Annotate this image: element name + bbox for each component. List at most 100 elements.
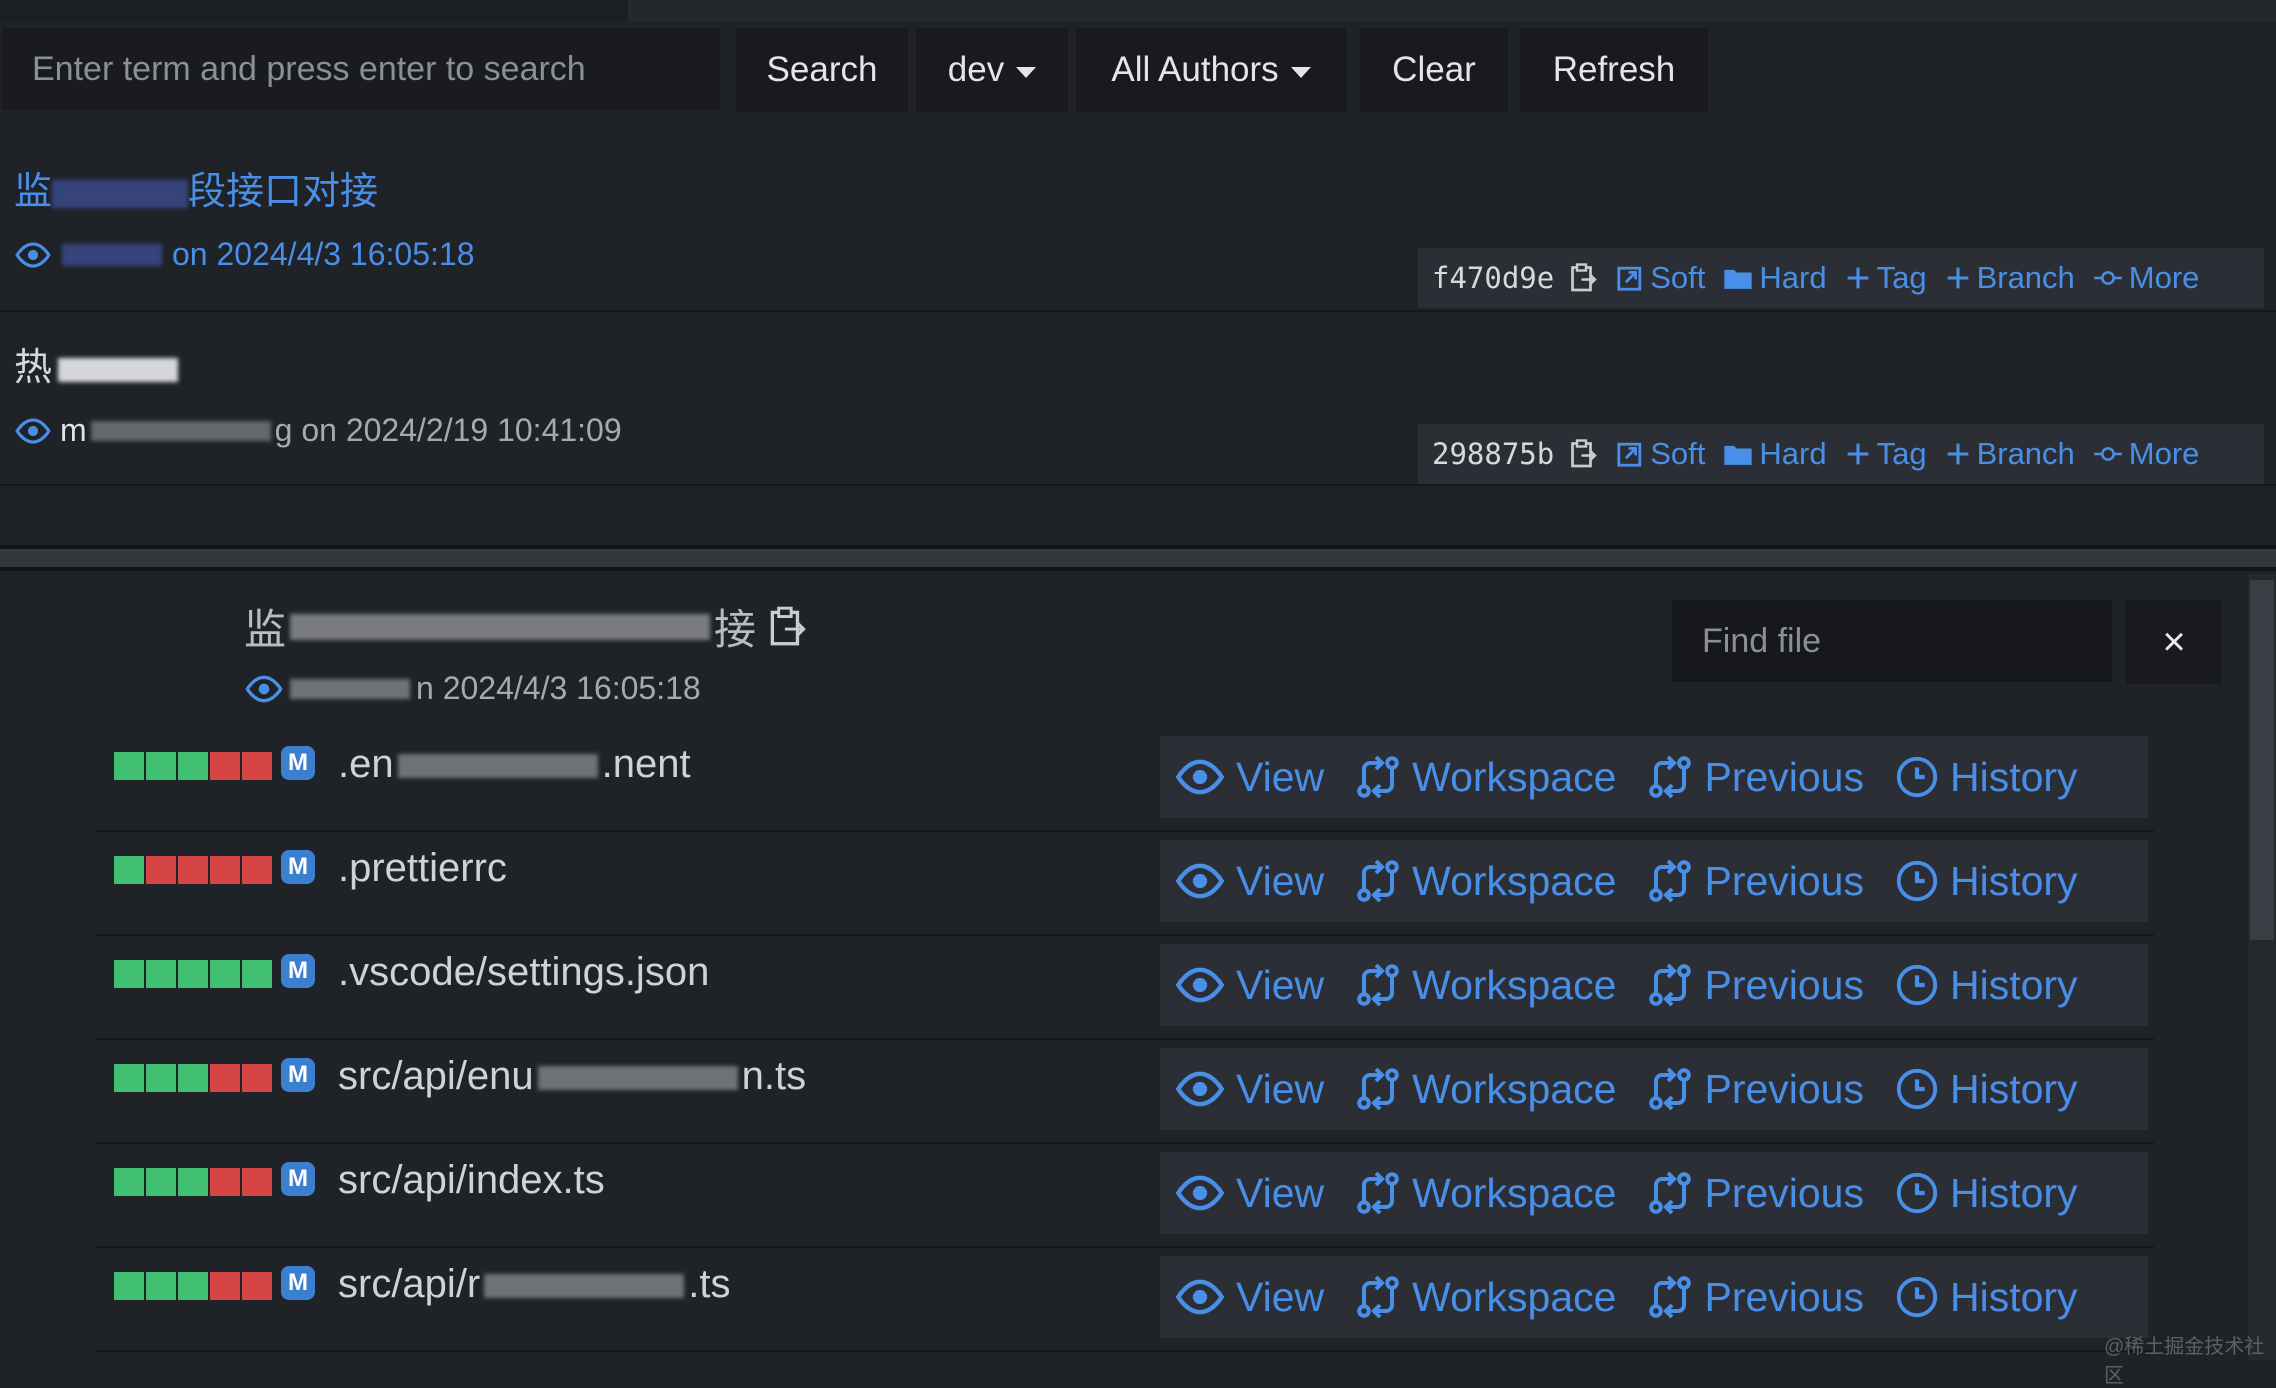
add-tag-button[interactable]: Tag <box>1845 436 1927 472</box>
history-button[interactable]: History <box>1894 858 2078 905</box>
folder-icon <box>1724 269 1753 289</box>
compare-previous-button[interactable]: Previous <box>1646 1272 1864 1322</box>
file-row[interactable]: Msrc/api/index.ts View Workspace Previou… <box>96 1144 2154 1248</box>
file-name[interactable]: .vscode/settings.json <box>338 950 709 995</box>
change-bar <box>114 856 144 884</box>
scrollbar-thumb[interactable] <box>2250 580 2274 940</box>
compare-previous-button[interactable]: Previous <box>1646 752 1864 802</box>
commit-title-suffix: 段接口对接 <box>188 171 379 213</box>
panel-splitter[interactable] <box>0 545 2276 571</box>
file-actions: View Workspace Previous History <box>1160 840 2148 922</box>
details-meta: n 2024/4/3 16:05:18 <box>244 670 701 707</box>
more-button[interactable]: More <box>2093 436 2199 472</box>
file-row[interactable]: M .prettierrc View Workspace Previous His… <box>96 832 2154 936</box>
commit-hash: 298875b <box>1432 437 1555 471</box>
file-row[interactable]: Msrc/api/r .ts View Workspace Previous Hi… <box>96 1248 2154 1352</box>
search-button[interactable]: Search <box>736 28 908 112</box>
commit-title[interactable]: 监 段接口对接 <box>14 160 378 215</box>
eye-icon <box>1175 759 1225 795</box>
compare-previous-button[interactable]: Previous <box>1646 856 1864 906</box>
add-branch-button[interactable]: Branch <box>1945 436 2075 472</box>
change-bar <box>242 1168 272 1196</box>
change-bar <box>210 1064 240 1092</box>
copy-icon[interactable] <box>1568 261 1598 295</box>
file-name[interactable]: .en .nent <box>338 742 691 787</box>
change-bar <box>210 1168 240 1196</box>
file-row[interactable]: M .en .nent View Workspace Previous Histor… <box>96 728 2154 832</box>
view-button[interactable]: View <box>1174 1274 1324 1321</box>
compare-icon <box>1649 859 1692 903</box>
soft-reset-button[interactable]: Soft <box>1616 436 1705 472</box>
compare-previous-button[interactable]: Previous <box>1646 1064 1864 1114</box>
copy-icon[interactable] <box>1568 437 1598 471</box>
history-icon <box>1896 1276 1938 1318</box>
more-button[interactable]: More <box>2093 260 2199 296</box>
file-name-part: .prettierrc <box>338 846 507 890</box>
refresh-button[interactable]: Refresh <box>1520 28 1708 112</box>
view-button[interactable]: View <box>1174 1170 1324 1217</box>
commit-title[interactable]: 热 <box>14 336 179 391</box>
find-file-input[interactable] <box>1672 600 2112 682</box>
tag-label: Tag <box>1876 436 1927 471</box>
file-name[interactable]: src/api/enu n.ts <box>338 1054 806 1099</box>
previous-label: Previous <box>1704 1065 1864 1112</box>
view-label: View <box>1236 961 1325 1008</box>
eye-icon[interactable] <box>14 417 52 445</box>
view-button[interactable]: View <box>1174 1066 1324 1113</box>
add-tag-button[interactable]: Tag <box>1845 260 1927 296</box>
eye-icon[interactable] <box>14 241 52 269</box>
soft-label: Soft <box>1650 260 1706 295</box>
change-bar <box>210 960 240 988</box>
history-button[interactable]: History <box>1894 1274 2078 1321</box>
history-icon <box>1896 860 1938 902</box>
copy-icon[interactable] <box>766 604 808 650</box>
change-bar <box>178 1168 208 1196</box>
change-bar <box>146 1064 176 1092</box>
compare-workspace-button[interactable]: Workspace <box>1354 960 1616 1010</box>
history-label: History <box>1949 1065 2078 1112</box>
compare-workspace-button[interactable]: Workspace <box>1354 752 1616 802</box>
file-name[interactable]: src/api/r .ts <box>338 1262 730 1307</box>
view-button[interactable]: View <box>1174 858 1324 905</box>
commit-hash: f470d9e <box>1432 261 1555 295</box>
close-icon: × <box>2162 619 2186 664</box>
redacted-block <box>397 754 598 779</box>
clear-button[interactable]: Clear <box>1360 28 1508 112</box>
file-name[interactable]: .prettierrc <box>338 846 507 891</box>
history-label: History <box>1949 1169 2078 1216</box>
compare-previous-button[interactable]: Previous <box>1646 960 1864 1010</box>
file-name[interactable]: src/api/index.ts <box>338 1158 605 1203</box>
history-button[interactable]: History <box>1894 754 2078 801</box>
hard-reset-button[interactable]: Hard <box>1723 260 1827 296</box>
redacted-block <box>290 678 410 699</box>
plus-icon <box>1947 267 1968 289</box>
authors-dropdown[interactable]: All Authors <box>1076 28 1346 112</box>
compare-workspace-button[interactable]: Workspace <box>1354 856 1616 906</box>
change-bar <box>178 752 208 780</box>
compare-icon <box>1649 1275 1692 1319</box>
commit-actions: f470d9e Soft Hard Tag Branch More <box>1418 248 2264 308</box>
change-bar <box>242 1064 272 1092</box>
hard-reset-button[interactable]: Hard <box>1723 436 1827 472</box>
search-input[interactable] <box>2 28 720 110</box>
compare-icon <box>1357 1067 1399 1111</box>
view-button[interactable]: View <box>1174 754 1324 801</box>
workspace-label: Workspace <box>1412 961 1617 1008</box>
file-name-part: .vscode/settings.json <box>338 950 710 994</box>
history-button[interactable]: History <box>1894 962 2078 1009</box>
branch-dropdown[interactable]: dev <box>916 28 1068 112</box>
file-row[interactable]: Msrc/api/enu n.ts View Workspace Previous… <box>96 1040 2154 1144</box>
compare-previous-button[interactable]: Previous <box>1646 1168 1864 1218</box>
view-button[interactable]: View <box>1174 962 1324 1009</box>
eye-icon[interactable] <box>244 674 284 704</box>
compare-workspace-button[interactable]: Workspace <box>1354 1168 1616 1218</box>
soft-reset-button[interactable]: Soft <box>1616 260 1705 296</box>
close-details-button[interactable]: × <box>2126 600 2222 684</box>
history-button[interactable]: History <box>1894 1066 2078 1113</box>
workspace-label: Workspace <box>1412 1065 1617 1112</box>
compare-workspace-button[interactable]: Workspace <box>1354 1272 1616 1322</box>
add-branch-button[interactable]: Branch <box>1945 260 2075 296</box>
file-row[interactable]: M .vscode/settings.json View Workspace Pr… <box>96 936 2154 1040</box>
compare-workspace-button[interactable]: Workspace <box>1354 1064 1616 1114</box>
history-button[interactable]: History <box>1894 1170 2078 1217</box>
